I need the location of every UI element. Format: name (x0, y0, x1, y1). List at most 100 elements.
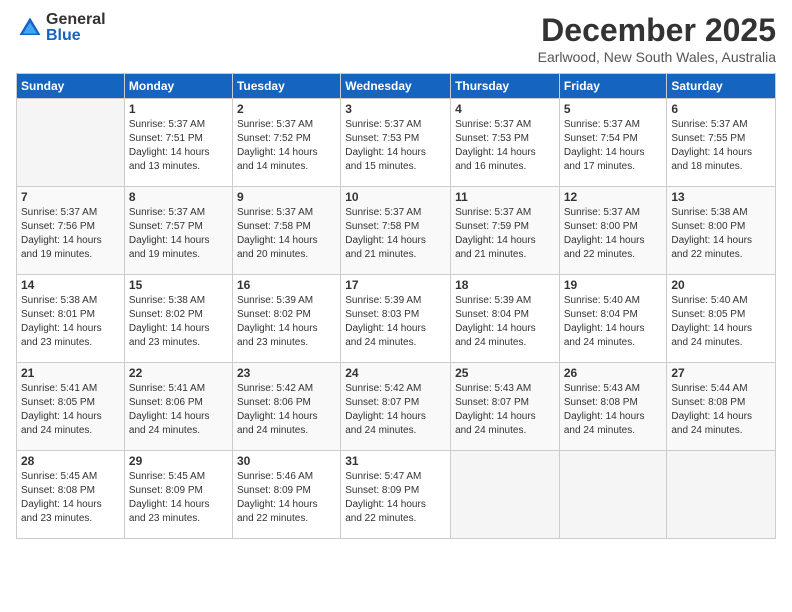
day-number: 8 (129, 190, 228, 204)
weekday-header-thursday: Thursday (451, 74, 560, 99)
day-info: Sunrise: 5:37 AM Sunset: 7:56 PM Dayligh… (21, 206, 120, 262)
day-info: Sunrise: 5:42 AM Sunset: 8:06 PM Dayligh… (237, 382, 336, 438)
day-info: Sunrise: 5:40 AM Sunset: 8:04 PM Dayligh… (564, 294, 663, 350)
calendar-cell: 28 Sunrise: 5:45 AM Sunset: 8:08 PM Dayli… (17, 451, 125, 539)
weekday-header-row: SundayMondayTuesdayWednesdayThursdayFrid… (17, 74, 776, 99)
day-number: 12 (564, 190, 663, 204)
logo-blue: Blue (46, 28, 106, 44)
day-number: 16 (237, 278, 336, 292)
calendar-week-row: 28 Sunrise: 5:45 AM Sunset: 8:08 PM Dayli… (17, 451, 776, 539)
calendar-week-row: 14 Sunrise: 5:38 AM Sunset: 8:01 PM Dayli… (17, 275, 776, 363)
calendar-cell: 12Sunrise: 5:37 AM Sunset: 8:00 PM Dayli… (559, 187, 667, 275)
calendar-week-row: 7 Sunrise: 5:37 AM Sunset: 7:56 PM Daylig… (17, 187, 776, 275)
calendar-cell: 10 Sunrise: 5:37 AM Sunset: 7:58 PM Dayli… (341, 187, 451, 275)
day-info: Sunrise: 5:37 AM Sunset: 7:55 PM Dayligh… (671, 118, 771, 174)
day-number: 2 (237, 102, 336, 116)
calendar-cell: 1 Sunrise: 5:37 AM Sunset: 7:51 PM Daylig… (124, 99, 232, 187)
day-info: Sunrise: 5:44 AM Sunset: 8:08 PM Dayligh… (671, 382, 771, 438)
day-number: 22 (129, 366, 228, 380)
day-number: 6 (671, 102, 771, 116)
logo-general: General (46, 12, 106, 28)
day-info: Sunrise: 5:38 AM Sunset: 8:01 PM Dayligh… (21, 294, 120, 350)
day-info: Sunrise: 5:43 AM Sunset: 8:07 PM Dayligh… (455, 382, 555, 438)
day-info: Sunrise: 5:37 AM Sunset: 7:57 PM Dayligh… (129, 206, 228, 262)
calendar-cell (17, 99, 125, 187)
day-info: Sunrise: 5:40 AM Sunset: 8:05 PM Dayligh… (671, 294, 771, 350)
calendar-cell: 13Sunrise: 5:38 AM Sunset: 8:00 PM Dayli… (667, 187, 776, 275)
calendar-cell: 16Sunrise: 5:39 AM Sunset: 8:02 PM Dayli… (232, 275, 340, 363)
weekday-header-wednesday: Wednesday (341, 74, 451, 99)
day-number: 29 (129, 454, 228, 468)
calendar-cell: 17Sunrise: 5:39 AM Sunset: 8:03 PM Dayli… (341, 275, 451, 363)
calendar-cell: 4Sunrise: 5:37 AM Sunset: 7:53 PM Daylig… (451, 99, 560, 187)
calendar-table: SundayMondayTuesdayWednesdayThursdayFrid… (16, 73, 776, 539)
day-number: 19 (564, 278, 663, 292)
day-number: 10 (345, 190, 446, 204)
day-number: 9 (237, 190, 336, 204)
calendar-cell (559, 451, 667, 539)
calendar-cell: 15 Sunrise: 5:38 AM Sunset: 8:02 PM Dayli… (124, 275, 232, 363)
page: General Blue December 2025 Earlwood, New… (0, 0, 792, 612)
day-info: Sunrise: 5:43 AM Sunset: 8:08 PM Dayligh… (564, 382, 663, 438)
day-info: Sunrise: 5:38 AM Sunset: 8:00 PM Dayligh… (671, 206, 771, 262)
day-number: 23 (237, 366, 336, 380)
calendar-cell: 29 Sunrise: 5:45 AM Sunset: 8:09 PM Dayli… (124, 451, 232, 539)
calendar-cell: 25 Sunrise: 5:43 AM Sunset: 8:07 PM Dayli… (451, 363, 560, 451)
weekday-header-sunday: Sunday (17, 74, 125, 99)
calendar-cell (667, 451, 776, 539)
title-block: December 2025 Earlwood, New South Wales,… (538, 12, 776, 65)
calendar-cell: 26Sunrise: 5:43 AM Sunset: 8:08 PM Dayli… (559, 363, 667, 451)
calendar-cell: 21Sunrise: 5:41 AM Sunset: 8:05 PM Dayli… (17, 363, 125, 451)
weekday-header-friday: Friday (559, 74, 667, 99)
calendar-cell: 11Sunrise: 5:37 AM Sunset: 7:59 PM Dayli… (451, 187, 560, 275)
day-info: Sunrise: 5:37 AM Sunset: 7:51 PM Dayligh… (129, 118, 228, 174)
day-number: 24 (345, 366, 446, 380)
calendar-cell: 18 Sunrise: 5:39 AM Sunset: 8:04 PM Dayli… (451, 275, 560, 363)
day-number: 27 (671, 366, 771, 380)
day-info: Sunrise: 5:45 AM Sunset: 8:08 PM Dayligh… (21, 470, 120, 526)
calendar-cell: 7 Sunrise: 5:37 AM Sunset: 7:56 PM Daylig… (17, 187, 125, 275)
logo-text: General Blue (46, 12, 106, 44)
day-info: Sunrise: 5:37 AM Sunset: 7:52 PM Dayligh… (237, 118, 336, 174)
day-info: Sunrise: 5:37 AM Sunset: 7:53 PM Dayligh… (345, 118, 446, 174)
day-number: 14 (21, 278, 120, 292)
day-info: Sunrise: 5:38 AM Sunset: 8:02 PM Dayligh… (129, 294, 228, 350)
calendar-cell: 14 Sunrise: 5:38 AM Sunset: 8:01 PM Dayli… (17, 275, 125, 363)
day-number: 31 (345, 454, 446, 468)
calendar-cell: 8 Sunrise: 5:37 AM Sunset: 7:57 PM Daylig… (124, 187, 232, 275)
calendar-cell: 5Sunrise: 5:37 AM Sunset: 7:54 PM Daylig… (559, 99, 667, 187)
day-number: 30 (237, 454, 336, 468)
day-info: Sunrise: 5:45 AM Sunset: 8:09 PM Dayligh… (129, 470, 228, 526)
day-info: Sunrise: 5:41 AM Sunset: 8:06 PM Dayligh… (129, 382, 228, 438)
calendar-cell (451, 451, 560, 539)
calendar-cell: 27 Sunrise: 5:44 AM Sunset: 8:08 PM Dayli… (667, 363, 776, 451)
calendar-cell: 30 Sunrise: 5:46 AM Sunset: 8:09 PM Dayli… (232, 451, 340, 539)
day-number: 1 (129, 102, 228, 116)
day-info: Sunrise: 5:37 AM Sunset: 7:58 PM Dayligh… (345, 206, 446, 262)
day-info: Sunrise: 5:42 AM Sunset: 8:07 PM Dayligh… (345, 382, 446, 438)
weekday-header-monday: Monday (124, 74, 232, 99)
logo: General Blue (16, 12, 106, 44)
day-info: Sunrise: 5:37 AM Sunset: 7:54 PM Dayligh… (564, 118, 663, 174)
calendar-cell: 6 Sunrise: 5:37 AM Sunset: 7:55 PM Daylig… (667, 99, 776, 187)
logo-icon (16, 14, 44, 42)
calendar-cell: 23 Sunrise: 5:42 AM Sunset: 8:06 PM Dayli… (232, 363, 340, 451)
calendar-cell: 24 Sunrise: 5:42 AM Sunset: 8:07 PM Dayli… (341, 363, 451, 451)
day-number: 20 (671, 278, 771, 292)
day-info: Sunrise: 5:37 AM Sunset: 7:58 PM Dayligh… (237, 206, 336, 262)
day-info: Sunrise: 5:46 AM Sunset: 8:09 PM Dayligh… (237, 470, 336, 526)
day-number: 4 (455, 102, 555, 116)
day-number: 3 (345, 102, 446, 116)
weekday-header-tuesday: Tuesday (232, 74, 340, 99)
day-number: 28 (21, 454, 120, 468)
day-info: Sunrise: 5:39 AM Sunset: 8:04 PM Dayligh… (455, 294, 555, 350)
day-number: 11 (455, 190, 555, 204)
weekday-header-saturday: Saturday (667, 74, 776, 99)
calendar-week-row: 1 Sunrise: 5:37 AM Sunset: 7:51 PM Daylig… (17, 99, 776, 187)
day-number: 25 (455, 366, 555, 380)
day-number: 15 (129, 278, 228, 292)
calendar-week-row: 21Sunrise: 5:41 AM Sunset: 8:05 PM Dayli… (17, 363, 776, 451)
month-title: December 2025 (538, 12, 776, 49)
day-number: 18 (455, 278, 555, 292)
day-number: 7 (21, 190, 120, 204)
